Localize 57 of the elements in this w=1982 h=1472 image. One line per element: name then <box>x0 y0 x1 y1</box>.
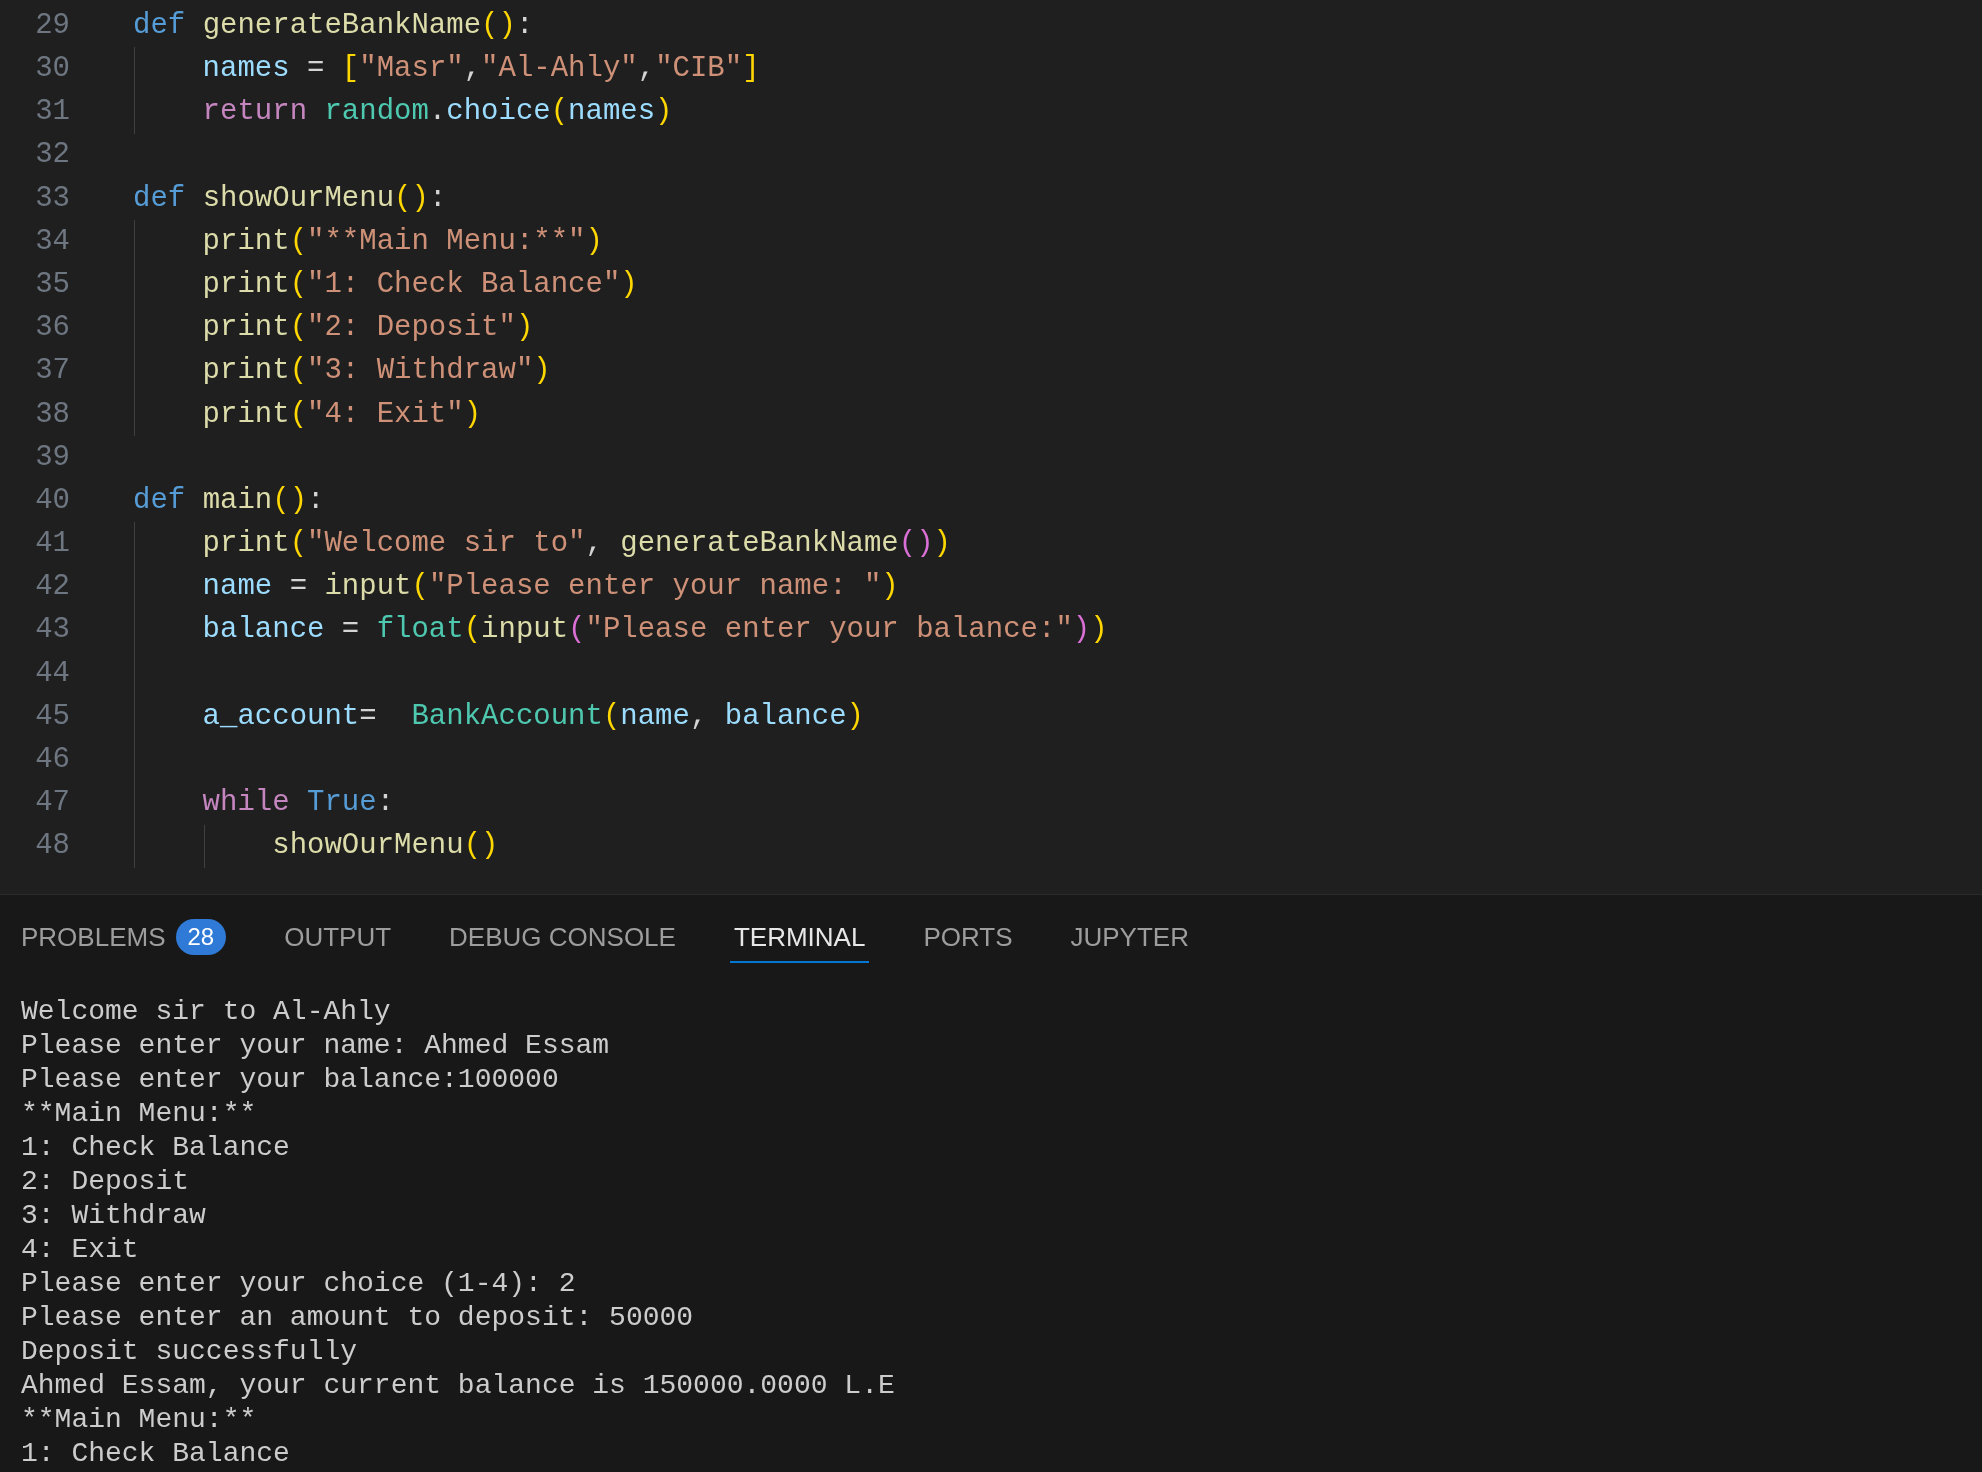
terminal-line: 3: Withdraw <box>21 1199 206 1233</box>
terminal-line: 1: Check Balance <box>21 1437 290 1471</box>
line-number: 37 <box>34 353 70 390</box>
panel-tab[interactable]: OUTPUT <box>280 913 396 963</box>
terminal-line: Ahmed Essam, your current balance is 150000.0000 L.E <box>21 1369 895 1403</box>
line-number: 46 <box>34 742 70 779</box>
code-line: print("Welcome sir to", generateBankName()) <box>201 526 951 563</box>
line-number: 34 <box>34 223 70 260</box>
line-number: 47 <box>34 785 70 822</box>
line-number: 31 <box>34 94 70 131</box>
code-line: name = input("Please enter your name: ") <box>201 569 899 606</box>
panel-tab[interactable]: JUPYTER <box>1066 913 1193 963</box>
code-line: showOurMenu() <box>271 828 499 865</box>
code-line: while True: <box>201 785 395 822</box>
line-number: 42 <box>34 569 70 606</box>
panel-tab[interactable]: PROBLEMS 28 <box>17 913 231 963</box>
panel-tab[interactable]: PORTS <box>919 913 1017 963</box>
code-line: return random.choice(names) <box>201 94 673 131</box>
line-number: 48 <box>34 828 70 865</box>
line-number: 44 <box>34 655 70 692</box>
line-number: 35 <box>34 266 70 303</box>
line-number: 43 <box>34 612 70 649</box>
panel-tab[interactable]: TERMINAL <box>729 913 870 963</box>
terminal-line: Please enter your choice (1-4): 2 <box>21 1267 576 1301</box>
panel-tab[interactable]: DEBUG CONSOLE <box>445 913 680 963</box>
line-number: 41 <box>34 526 70 563</box>
code-line: print("4: Exit") <box>201 396 482 433</box>
line-number: 33 <box>34 180 70 217</box>
code-line: def generateBankName(): <box>133 7 534 44</box>
terminal-line: Please enter your balance:100000 <box>21 1063 559 1097</box>
line-number: 40 <box>34 482 70 519</box>
terminal-line: **Main Menu:** <box>21 1403 257 1437</box>
code-line: def showOurMenu(): <box>133 180 447 217</box>
terminal-line: 2: Deposit <box>21 1165 190 1199</box>
line-number: 36 <box>34 310 70 347</box>
code-line: print("**Main Menu:**") <box>201 223 603 260</box>
line-number: 32 <box>34 137 70 174</box>
code-line: print("1: Check Balance") <box>201 266 638 303</box>
line-number: 38 <box>34 396 70 433</box>
line-number: 30 <box>34 51 70 88</box>
terminal-line: 1: Check Balance <box>21 1131 290 1165</box>
line-number: 29 <box>34 7 70 44</box>
terminal-line: Deposit successfully <box>21 1335 358 1369</box>
code-line: balance = float(input("Please enter your balance:")) <box>201 612 1108 649</box>
line-number: 45 <box>34 698 70 735</box>
count-badge: 28 <box>175 919 227 955</box>
code-line: print("3: Withdraw") <box>201 353 551 390</box>
code-line: names = ["Masr","Al-Ahly","CIB"] <box>201 51 760 88</box>
terminal-line: Please enter an amount to deposit: 50000 <box>21 1301 694 1335</box>
code-line: def main(): <box>133 482 325 519</box>
code-line: a_account= BankAccount(name, balance) <box>201 698 864 735</box>
terminal-line: 4: Exit <box>21 1233 139 1267</box>
terminal-line: **Main Menu:** <box>21 1097 257 1131</box>
terminal-line: Please enter your name: Ahmed Essam <box>21 1029 610 1063</box>
line-number: 39 <box>34 439 70 476</box>
terminal-line: Welcome sir to Al-Ahly <box>21 995 391 1029</box>
code-line: print("2: Deposit") <box>201 310 534 347</box>
